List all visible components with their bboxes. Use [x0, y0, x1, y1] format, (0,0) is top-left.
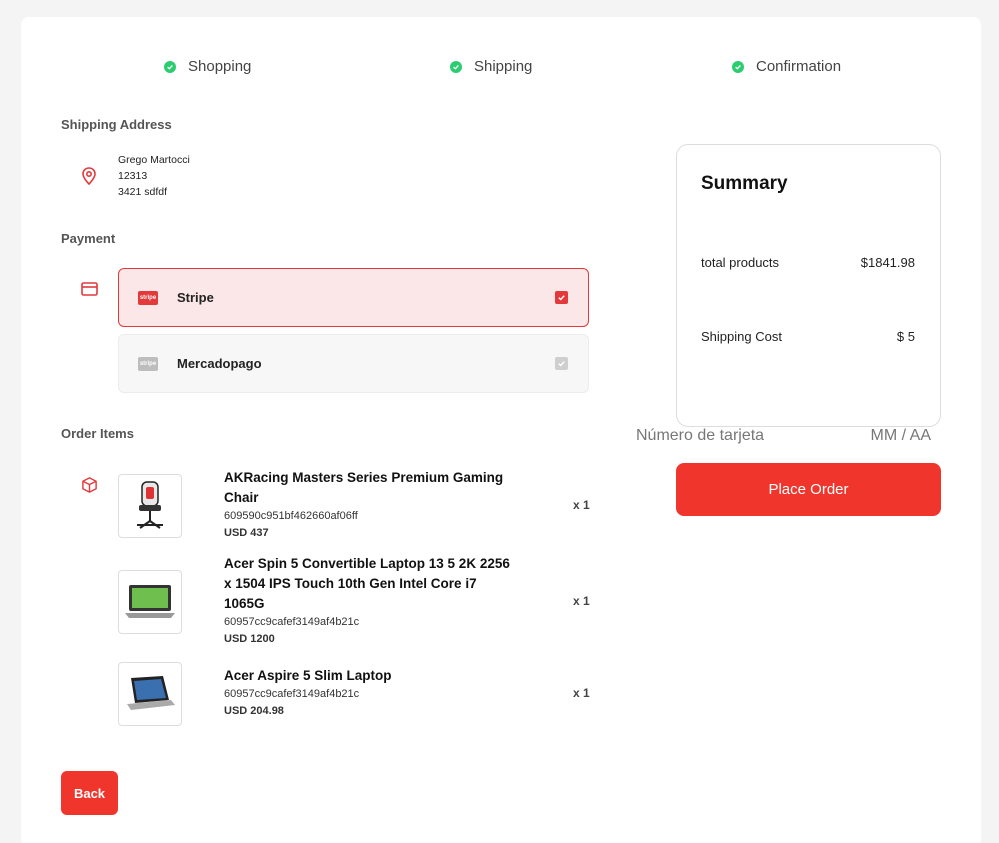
payment-option-mercadopago[interactable]: stripe Mercadopago [118, 334, 589, 393]
step-label: Shopping [188, 58, 252, 75]
step-shipping: Shipping [450, 58, 532, 75]
place-order-button[interactable]: Place Order [676, 463, 941, 516]
credit-card-icon [81, 282, 98, 296]
location-pin-icon [82, 167, 96, 185]
stripe-logo-icon: stripe [138, 356, 158, 371]
card-input[interactable]: Número de tarjeta MM / AA [636, 427, 936, 447]
check-circle-icon [164, 60, 176, 73]
product-id: 60957cc9cafef3149af4b21c [224, 688, 360, 700]
product-name[interactable]: Acer Spin 5 Convertible Laptop 13 5 2K 2… [224, 554, 514, 614]
back-button[interactable]: Back [61, 771, 118, 815]
laptop-image [127, 676, 175, 710]
checkbox-checked-icon[interactable] [555, 291, 568, 304]
product-price: USD 437 [224, 527, 269, 539]
shipping-address-title: Shipping Address [61, 117, 172, 132]
summary-title: Summary [701, 173, 788, 194]
laptop-image [125, 585, 175, 618]
product-thumbnail[interactable] [118, 570, 182, 634]
address-line-2: 3421 sdfdf [118, 186, 168, 198]
payment-title: Payment [61, 231, 116, 246]
stripe-logo-icon: stripe [138, 290, 158, 305]
product-thumbnail[interactable] [118, 474, 182, 538]
card-number-field[interactable]: Número de tarjeta [636, 427, 764, 445]
shipping-address: Grego Martocci 12313 3421 sdfdf [118, 152, 190, 200]
shipping-cost-value: $ 5 [896, 329, 915, 344]
total-products-label: total products [701, 255, 780, 270]
check-circle-icon [732, 60, 744, 73]
step-label: Confirmation [756, 58, 842, 75]
order-summary: Summary total products $1841.98 Shipping… [676, 144, 941, 427]
product-id: 609590c951bf462660af06ff [224, 510, 358, 522]
step-shopping: Shopping [164, 58, 251, 75]
card-expiry-field[interactable]: MM / AA [871, 427, 931, 445]
gaming-chair-image [137, 481, 163, 529]
product-id: 60957cc9cafef3149af4b21c [224, 616, 360, 628]
step-label: Shipping [474, 58, 533, 75]
payment-option-label: Mercadopago [177, 356, 262, 371]
product-quantity: x 1 [573, 594, 590, 608]
payment-option-stripe[interactable]: stripe Stripe [118, 268, 589, 327]
product-price: USD 1200 [224, 633, 275, 645]
product-price: USD 204.98 [224, 705, 284, 717]
product-name[interactable]: AKRacing Masters Series Premium Gaming C… [224, 468, 514, 508]
order-items-title: Order Items [61, 426, 134, 441]
check-circle-icon [450, 60, 462, 73]
payment-option-label: Stripe [177, 290, 214, 305]
box-icon [82, 477, 97, 493]
shipping-cost-label: Shipping Cost [701, 329, 782, 344]
step-confirmation: Confirmation [732, 58, 841, 75]
product-thumbnail[interactable] [118, 662, 182, 726]
address-line-1: 12313 [118, 170, 148, 182]
product-quantity: x 1 [573, 686, 590, 700]
total-products-value: $1841.98 [860, 255, 915, 270]
checkbox-icon[interactable] [555, 357, 568, 370]
address-name: Grego Martocci [118, 154, 190, 166]
product-name[interactable]: Acer Aspire 5 Slim Laptop [224, 666, 514, 686]
product-quantity: x 1 [573, 498, 590, 512]
